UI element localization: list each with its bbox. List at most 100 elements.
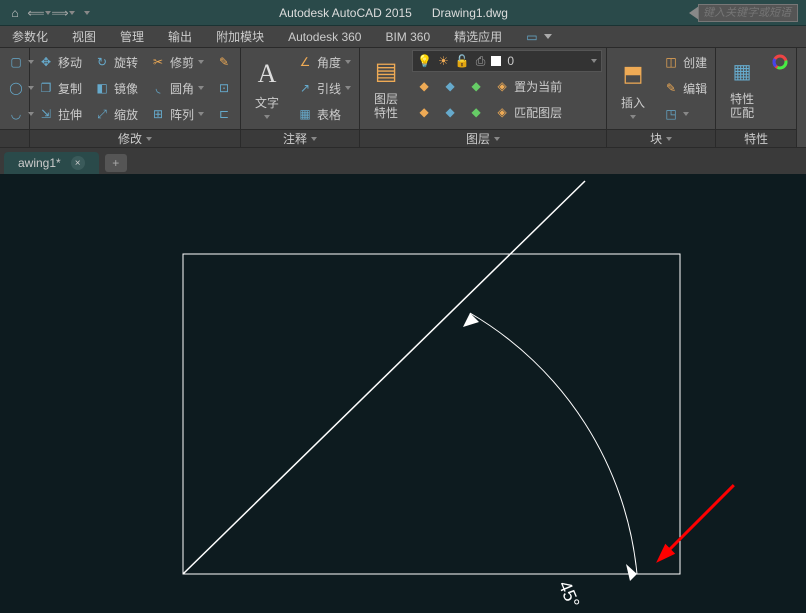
layer-tool-1[interactable]: ◆ [412, 74, 436, 98]
text-icon: A [251, 58, 283, 90]
layer-icon: ◆ [442, 78, 458, 94]
arrow-left-icon: ⟸ [27, 6, 44, 20]
create-label: 创建 [683, 54, 707, 71]
chevron-down-icon [666, 137, 672, 141]
rotate-button[interactable]: ↻旋转 [90, 50, 142, 74]
modify-tool-1[interactable]: ✎ [212, 50, 236, 74]
menu-featured[interactable]: 精选应用 [442, 26, 514, 48]
search-input[interactable] [698, 4, 798, 22]
qat-forward-button[interactable]: ⟹ [52, 3, 74, 23]
chevron-down-icon [591, 59, 597, 63]
layer-icon: ◆ [442, 104, 458, 120]
table-button[interactable]: ▦表格 [293, 102, 355, 126]
copy-button[interactable]: ❐复制 [34, 76, 86, 100]
scale-icon: ⤢ [94, 106, 110, 122]
menu-view[interactable]: 视图 [60, 26, 108, 48]
lock-icon: 🔓 [455, 54, 470, 68]
scale-button[interactable]: ⤢缩放 [90, 102, 142, 126]
tool-icon: ▢ [8, 54, 24, 70]
menu-overflow[interactable]: ▭ [514, 26, 563, 48]
tool-icon: ⊡ [216, 80, 232, 96]
panel-title-modify[interactable]: 修改 [30, 129, 240, 147]
chevron-down-icon [45, 11, 51, 15]
menu-parametric[interactable]: 参数化 [0, 26, 60, 48]
copy-label: 复制 [58, 80, 82, 97]
layer-tool-5[interactable]: ◆ [438, 100, 462, 124]
layer-tool-3[interactable]: ◆ [464, 74, 488, 98]
panel-title-block[interactable]: 块 [607, 129, 715, 147]
document-tab[interactable]: awing1* × [4, 152, 99, 174]
trim-button[interactable]: ✂修剪 [146, 50, 208, 74]
layer-properties-button[interactable]: ▤ 图层 特性 [364, 50, 408, 126]
bulb-icon: 💡 [417, 54, 432, 68]
menu-addins[interactable]: 附加模块 [204, 26, 276, 48]
layer-props-icon: ▤ [370, 56, 402, 88]
home-icon: ⌂ [7, 5, 23, 21]
stretch-button[interactable]: ⇲拉伸 [34, 102, 86, 126]
chevron-down-icon [311, 137, 317, 141]
menu-manage[interactable]: 管理 [108, 26, 156, 48]
text-button[interactable]: A 文字 [245, 50, 289, 126]
table-icon: ▦ [297, 106, 313, 122]
qat-back-button[interactable]: ⟸ [28, 3, 50, 23]
modify-tool-3[interactable]: ⊏ [212, 102, 236, 126]
menu-a360[interactable]: Autodesk 360 [276, 26, 373, 48]
tab-add-button[interactable]: + [105, 154, 127, 172]
app-title: Autodesk AutoCAD 2015 [279, 6, 412, 20]
menu-bim360[interactable]: BIM 360 [373, 26, 442, 48]
leader-button[interactable]: ↗引线 [293, 76, 355, 100]
arrow-right-icon: ⟹ [51, 6, 68, 20]
match-layer-button[interactable]: ◈匹配图层 [490, 100, 566, 124]
fillet-icon: ◟ [150, 80, 166, 96]
match-icon: ◈ [494, 104, 510, 120]
layer-props-label: 图层 特性 [374, 92, 398, 121]
panel-title-properties[interactable]: 特性 [716, 129, 796, 147]
chevron-down-icon [84, 11, 90, 15]
tab-close-button[interactable]: × [71, 156, 85, 170]
scale-label: 缩放 [114, 106, 138, 123]
match-properties-button[interactable]: ▦ 特性 匹配 [720, 50, 764, 126]
color-picker-button[interactable] [768, 50, 792, 74]
stretch-icon: ⇲ [38, 106, 54, 122]
layer-tool-2[interactable]: ◆ [438, 74, 462, 98]
panel-title-layers[interactable]: 图层 [360, 129, 606, 147]
fillet-label: 圆角 [170, 80, 194, 97]
layer-tool-4[interactable]: ◆ [412, 100, 436, 124]
edit-label: 编辑 [683, 80, 707, 97]
plus-icon: + [112, 156, 119, 170]
qat-more-button[interactable] [76, 3, 98, 23]
stretch-label: 拉伸 [58, 106, 82, 123]
array-icon: ⊞ [150, 106, 166, 122]
array-button[interactable]: ⊞阵列 [146, 102, 208, 126]
edit-block-button[interactable]: ✎编辑 [659, 76, 711, 100]
modify-tool-2[interactable]: ⊡ [212, 76, 236, 100]
insert-icon: ⬒ [617, 58, 649, 90]
mirror-icon: ◧ [94, 80, 110, 96]
set-current-button[interactable]: ◈置为当前 [490, 74, 566, 98]
array-label: 阵列 [170, 106, 194, 123]
chevron-down-icon [494, 137, 500, 141]
panel-title-annotate[interactable]: 注释 [241, 129, 359, 147]
mirror-button[interactable]: ◧镜像 [90, 76, 142, 100]
match-layer-label: 匹配图层 [514, 104, 562, 121]
color-wheel-icon [772, 54, 788, 70]
angle-dim-button[interactable]: ∠角度 [293, 50, 355, 74]
move-button[interactable]: ✥移动 [34, 50, 86, 74]
insert-button[interactable]: ⬒ 插入 [611, 50, 655, 126]
title-center: Autodesk AutoCAD 2015 Drawing1.dwg [98, 6, 689, 20]
layer-combo[interactable]: 💡 ☀ 🔓 ⎙ 0 [412, 50, 602, 72]
fillet-button[interactable]: ◟圆角 [146, 76, 208, 100]
chevron-down-icon [345, 86, 351, 90]
layer-icon: ◆ [468, 78, 484, 94]
block-icon: ◳ [663, 106, 679, 122]
drawing-canvas[interactable]: 45° [0, 174, 806, 613]
qat-home-button[interactable]: ⌂ [4, 3, 26, 23]
block-tool-button[interactable]: ◳ [659, 102, 711, 126]
mirror-label: 镜像 [114, 80, 138, 97]
sun-icon: ☀ [438, 54, 449, 68]
menu-output[interactable]: 输出 [156, 26, 204, 48]
create-block-button[interactable]: ◫创建 [659, 50, 711, 74]
search-box[interactable] [689, 4, 798, 22]
layer-tool-6[interactable]: ◆ [464, 100, 488, 124]
color-swatch [491, 56, 501, 66]
